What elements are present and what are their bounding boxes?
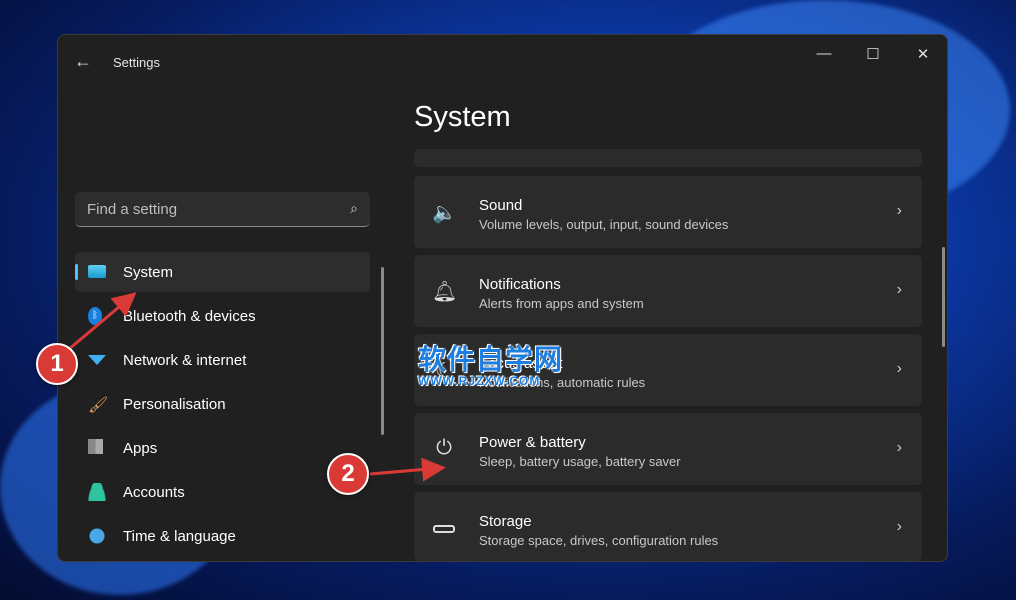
annotation-arrows: [61, 292, 446, 482]
arrow-2: [369, 457, 446, 482]
arrow-1: [61, 292, 137, 357]
annotation-badge-1: 1: [36, 343, 78, 385]
annotation-badge-2: 2: [327, 453, 369, 495]
